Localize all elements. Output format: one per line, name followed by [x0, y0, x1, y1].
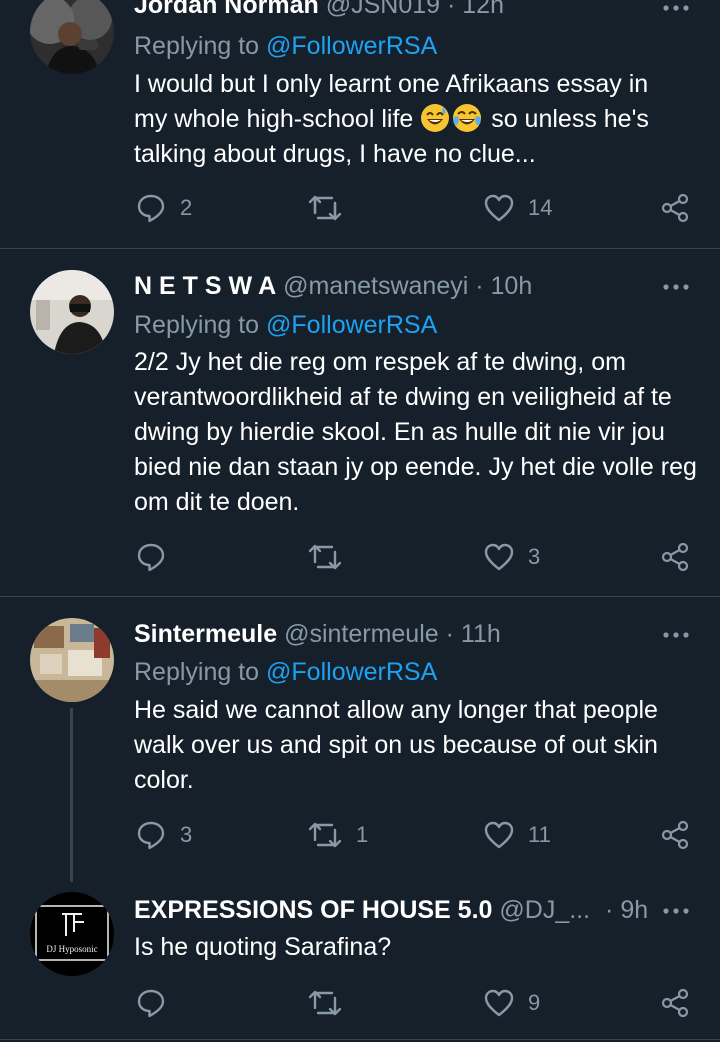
- tweet-text-line: my whole high-school life so unless he's: [134, 102, 704, 137]
- reply-count: 2: [180, 195, 193, 220]
- avatar[interactable]: [30, 618, 114, 702]
- tweet-text: Is he quoting Sarafina?: [134, 933, 392, 961]
- username[interactable]: @DJ_...: [499, 896, 590, 924]
- timestamp[interactable]: 11h: [461, 620, 501, 648]
- like-button[interactable]: 11: [484, 820, 551, 850]
- share-icon: [661, 988, 689, 1018]
- more-options-icon[interactable]: [662, 897, 690, 925]
- more-options-icon[interactable]: [662, 273, 690, 301]
- mention-link[interactable]: @FollowerRSA: [266, 658, 437, 686]
- retweet-button[interactable]: 1: [308, 820, 368, 850]
- tweet-text-fragment: so unless he's: [491, 105, 649, 133]
- like-button[interactable]: 3: [484, 542, 540, 572]
- display-name[interactable]: EXPRESSIONS OF HOUSE 5.0: [134, 896, 492, 924]
- retweet-button[interactable]: [308, 193, 356, 223]
- tweet-header: Sintermeule @sintermeule · 11h: [134, 619, 501, 649]
- tweet-header: EXPRESSIONS OF HOUSE 5.0 @DJ_... · 9h: [134, 895, 648, 925]
- reply-icon: [137, 989, 165, 1018]
- more-options-icon[interactable]: [662, 0, 690, 22]
- reply-button[interactable]: 3: [136, 820, 192, 850]
- tweet-text: He said we cannot allow any longer that …: [134, 696, 658, 794]
- retweet-icon: [308, 195, 342, 221]
- reply-icon: [137, 543, 165, 572]
- reply-count: 3: [180, 822, 193, 847]
- like-count: 14: [528, 195, 553, 220]
- mention-link[interactable]: @FollowerRSA: [266, 32, 437, 60]
- avatar[interactable]: [30, 270, 114, 354]
- username[interactable]: @sintermeule: [284, 620, 439, 648]
- avatar[interactable]: [30, 0, 114, 74]
- retweet-count: 1: [356, 822, 369, 847]
- like-button[interactable]: 9: [484, 988, 540, 1018]
- share-button[interactable]: [660, 193, 690, 223]
- separator-dot: ·: [447, 0, 456, 19]
- username[interactable]: @manetswaneyi: [283, 272, 468, 300]
- reply-button[interactable]: [136, 988, 180, 1018]
- separator-dot: ·: [475, 272, 484, 300]
- tweet-text-line: talking about drugs, I have no clue...: [134, 140, 536, 168]
- tweet-4[interactable]: DJ Hyposonic EXPRESSIONS OF HOUSE 5.0 @D…: [0, 878, 720, 1042]
- username[interactable]: @JSN019: [326, 0, 440, 19]
- like-button[interactable]: 14: [484, 193, 552, 223]
- replying-to: Replying to @FollowerRSA: [134, 657, 437, 687]
- heart-icon: [484, 989, 514, 1017]
- retweet-icon: [308, 990, 342, 1016]
- timestamp[interactable]: 10h: [491, 272, 533, 300]
- replying-to: Replying to @FollowerRSA: [134, 310, 437, 340]
- thread-connector: [70, 708, 73, 882]
- tweet-2[interactable]: N E T S W A @manetswaneyi · 10h Replying…: [0, 249, 720, 595]
- separator-dot: ·: [605, 896, 614, 924]
- tweet-text-line: I would but I only learnt one Afrikaans …: [134, 70, 649, 98]
- replying-to-label: Replying to: [134, 32, 260, 60]
- share-icon: [661, 542, 689, 572]
- retweet-button[interactable]: [308, 988, 356, 1018]
- tweet-3[interactable]: Sintermeule @sintermeule · 11h Replying …: [0, 597, 720, 882]
- reply-button[interactable]: 2: [136, 193, 192, 223]
- tears-of-joy-emoji-icon: [453, 104, 482, 132]
- like-count: 9: [528, 990, 541, 1015]
- grinning-sweat-emoji-icon: [421, 104, 450, 132]
- share-button[interactable]: [660, 542, 690, 572]
- replying-to-label: Replying to: [134, 658, 260, 686]
- retweet-icon: [308, 544, 342, 570]
- timestamp[interactable]: 9h: [620, 896, 648, 924]
- divider: [0, 1039, 720, 1040]
- like-count: 3: [528, 544, 541, 569]
- tweet-text: I would but I only learnt one Afrikaans …: [134, 67, 704, 172]
- replying-to-label: Replying to: [134, 311, 260, 339]
- like-count: 11: [528, 822, 551, 847]
- tweet-1[interactable]: Jordan Norman @JSN019 · 12h Replying to …: [0, 0, 720, 248]
- avatar[interactable]: DJ Hyposonic: [30, 892, 114, 976]
- timestamp[interactable]: 12h: [462, 0, 504, 19]
- tweet-text: 2/2 Jy het die reg om respek af te dwing…: [134, 348, 697, 516]
- share-button[interactable]: [660, 820, 690, 850]
- separator-dot: ·: [445, 620, 454, 648]
- share-button[interactable]: [660, 988, 690, 1018]
- display-name[interactable]: Jordan Norman: [134, 0, 319, 19]
- tweet-header: Jordan Norman @JSN019 · 12h: [134, 0, 504, 20]
- reply-icon: [137, 821, 165, 850]
- heart-icon: [484, 821, 514, 849]
- replying-to: Replying to @FollowerRSA: [134, 31, 437, 61]
- tweet-header: N E T S W A @manetswaneyi · 10h: [134, 271, 532, 301]
- retweet-icon: [308, 822, 342, 848]
- tweet-text-fragment: my whole high-school life: [134, 105, 414, 133]
- avatar-logo-text: DJ Hyposonic: [46, 944, 97, 954]
- heart-icon: [484, 194, 514, 222]
- more-options-icon[interactable]: [662, 621, 690, 649]
- share-icon: [661, 820, 689, 850]
- reply-icon: [137, 194, 165, 223]
- display-name[interactable]: N E T S W A: [134, 272, 276, 300]
- reply-button[interactable]: [136, 542, 180, 572]
- mention-link[interactable]: @FollowerRSA: [266, 311, 437, 339]
- share-icon: [661, 193, 689, 223]
- display-name[interactable]: Sintermeule: [134, 620, 277, 648]
- heart-icon: [484, 543, 514, 571]
- retweet-button[interactable]: [308, 542, 356, 572]
